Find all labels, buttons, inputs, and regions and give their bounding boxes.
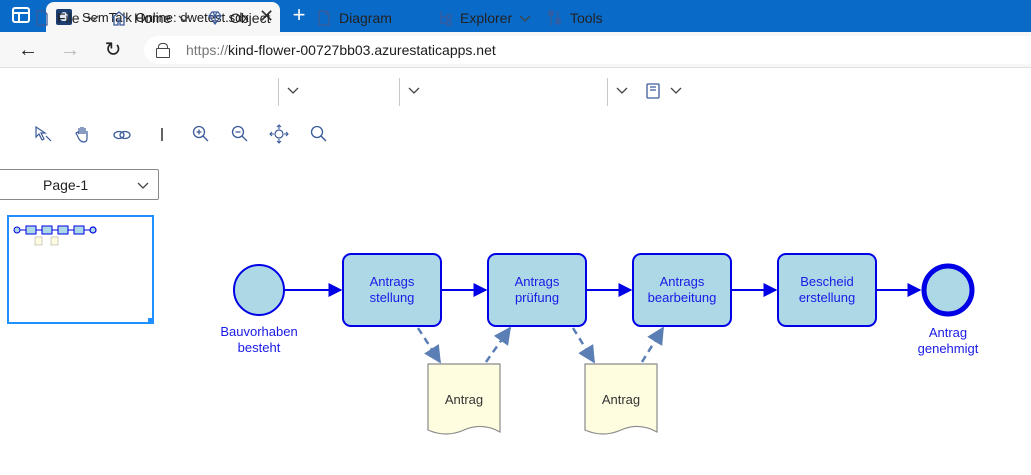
task-label: Antrags bearbeitung — [633, 274, 731, 306]
new-tab-button[interactable]: + — [289, 4, 309, 26]
end-event-label: Antrag genehmigt — [898, 325, 998, 357]
link-icon[interactable] — [112, 124, 132, 144]
data-association[interactable] — [416, 327, 442, 364]
book-icon[interactable] — [644, 82, 662, 100]
tools-icon — [548, 10, 561, 25]
task-label-line1: Antrags — [514, 274, 560, 289]
thumbnail-resize-handle[interactable] — [148, 318, 154, 324]
task-label-line2: prüfung — [514, 290, 560, 305]
reload-button[interactable]: ↻ — [101, 38, 125, 62]
task-label-line1: Bescheid — [800, 274, 854, 289]
zoom-in-icon[interactable] — [191, 124, 211, 144]
menu-separator — [278, 78, 279, 106]
task-label-line2: stellung — [369, 290, 415, 305]
menu-tools-label: Tools — [570, 10, 603, 26]
data-association[interactable] — [571, 327, 596, 364]
task-label: Antrags stellung — [343, 274, 441, 306]
data-association[interactable] — [484, 326, 512, 363]
menu-file[interactable]: File — [33, 8, 100, 28]
url-text: https://kind-flower-00727bb03.azurestati… — [186, 42, 496, 58]
back-button[interactable]: ← — [16, 38, 40, 62]
start-event-label: Bauvorhaben besteht — [209, 324, 309, 356]
zoom-out-icon[interactable] — [230, 124, 250, 144]
data-association[interactable] — [640, 326, 665, 363]
start-event[interactable] — [233, 264, 285, 316]
diamond-icon — [208, 11, 222, 25]
url-host: kind-flower-00727bb03.azurestaticapps.ne… — [228, 42, 496, 58]
tree-icon — [440, 11, 452, 26]
cursor-text-icon[interactable] — [152, 124, 172, 144]
page-selector[interactable]: Page-1 — [0, 169, 159, 200]
menu-diagram-label: Diagram — [339, 10, 392, 26]
fit-page-icon[interactable] — [269, 124, 289, 144]
url-scheme: https:// — [186, 42, 229, 58]
menu-separator — [399, 78, 400, 106]
menu-tools[interactable]: Tools — [546, 8, 603, 28]
tab-actions-icon[interactable] — [12, 7, 30, 23]
task-label: Bescheid erstellung — [778, 274, 876, 306]
chevron-down-icon — [137, 182, 149, 189]
menu-object[interactable]: Object — [206, 8, 270, 28]
chevron-down-icon — [178, 15, 190, 22]
start-event-label-line1: Bauvorhaben — [220, 324, 298, 339]
thumbnail-preview — [13, 225, 97, 246]
chevron-down-icon — [519, 15, 531, 22]
menu-explorer-label: Explorer — [460, 10, 513, 26]
chevron-down-icon — [87, 15, 99, 22]
data-object-label: Antrag — [444, 392, 484, 407]
address-bar-row: ← → ↻ https://kind-flower-00727bb03.azur… — [0, 32, 1031, 68]
end-event-label-line2: genehmigt — [917, 341, 979, 356]
menu-home-label: Home — [134, 10, 172, 26]
menu-object-label: Object — [230, 10, 271, 26]
document-icon — [318, 10, 330, 26]
home-icon — [111, 11, 127, 26]
lock-icon[interactable] — [156, 43, 170, 58]
chevron-down-icon[interactable] — [407, 83, 421, 97]
task-label-line1: Antrags — [659, 274, 705, 289]
file-icon — [36, 10, 48, 26]
task-label-line2: erstellung — [798, 290, 856, 305]
chevron-down-icon[interactable] — [669, 83, 683, 97]
pan-hand-icon[interactable] — [73, 124, 93, 144]
task-label: Antrags prüfung — [488, 274, 586, 306]
menu-file-label: File — [57, 10, 80, 26]
menu-separator — [607, 78, 608, 106]
search-icon[interactable] — [309, 124, 329, 144]
select-pointer-icon[interactable] — [33, 124, 53, 144]
ribbon-menu-bar — [0, 74, 1031, 110]
chevron-down-icon[interactable] — [286, 83, 300, 97]
task-label-line2: bearbeitung — [647, 290, 717, 305]
diagram-canvas[interactable]: Bauvorhaben besteht Antrags stellung Ant… — [160, 200, 1031, 470]
page-thumbnail[interactable] — [7, 215, 154, 324]
url-field[interactable]: https://kind-flower-00727bb03.azurestati… — [144, 36, 1031, 64]
data-object-label: Antrag — [601, 392, 641, 407]
menu-home[interactable]: Home — [110, 8, 191, 28]
menu-explorer[interactable]: Explorer — [436, 8, 532, 28]
menu-diagram[interactable]: Diagram — [315, 8, 392, 28]
forward-button[interactable]: → — [58, 38, 82, 62]
end-event-label-line1: Antrag — [928, 325, 968, 340]
end-event[interactable] — [921, 263, 975, 317]
page-selector-value: Page-1 — [43, 177, 89, 193]
task-label-line1: Antrags — [369, 274, 415, 289]
start-event-label-line2: besteht — [237, 340, 281, 355]
chevron-down-icon[interactable] — [615, 83, 629, 97]
